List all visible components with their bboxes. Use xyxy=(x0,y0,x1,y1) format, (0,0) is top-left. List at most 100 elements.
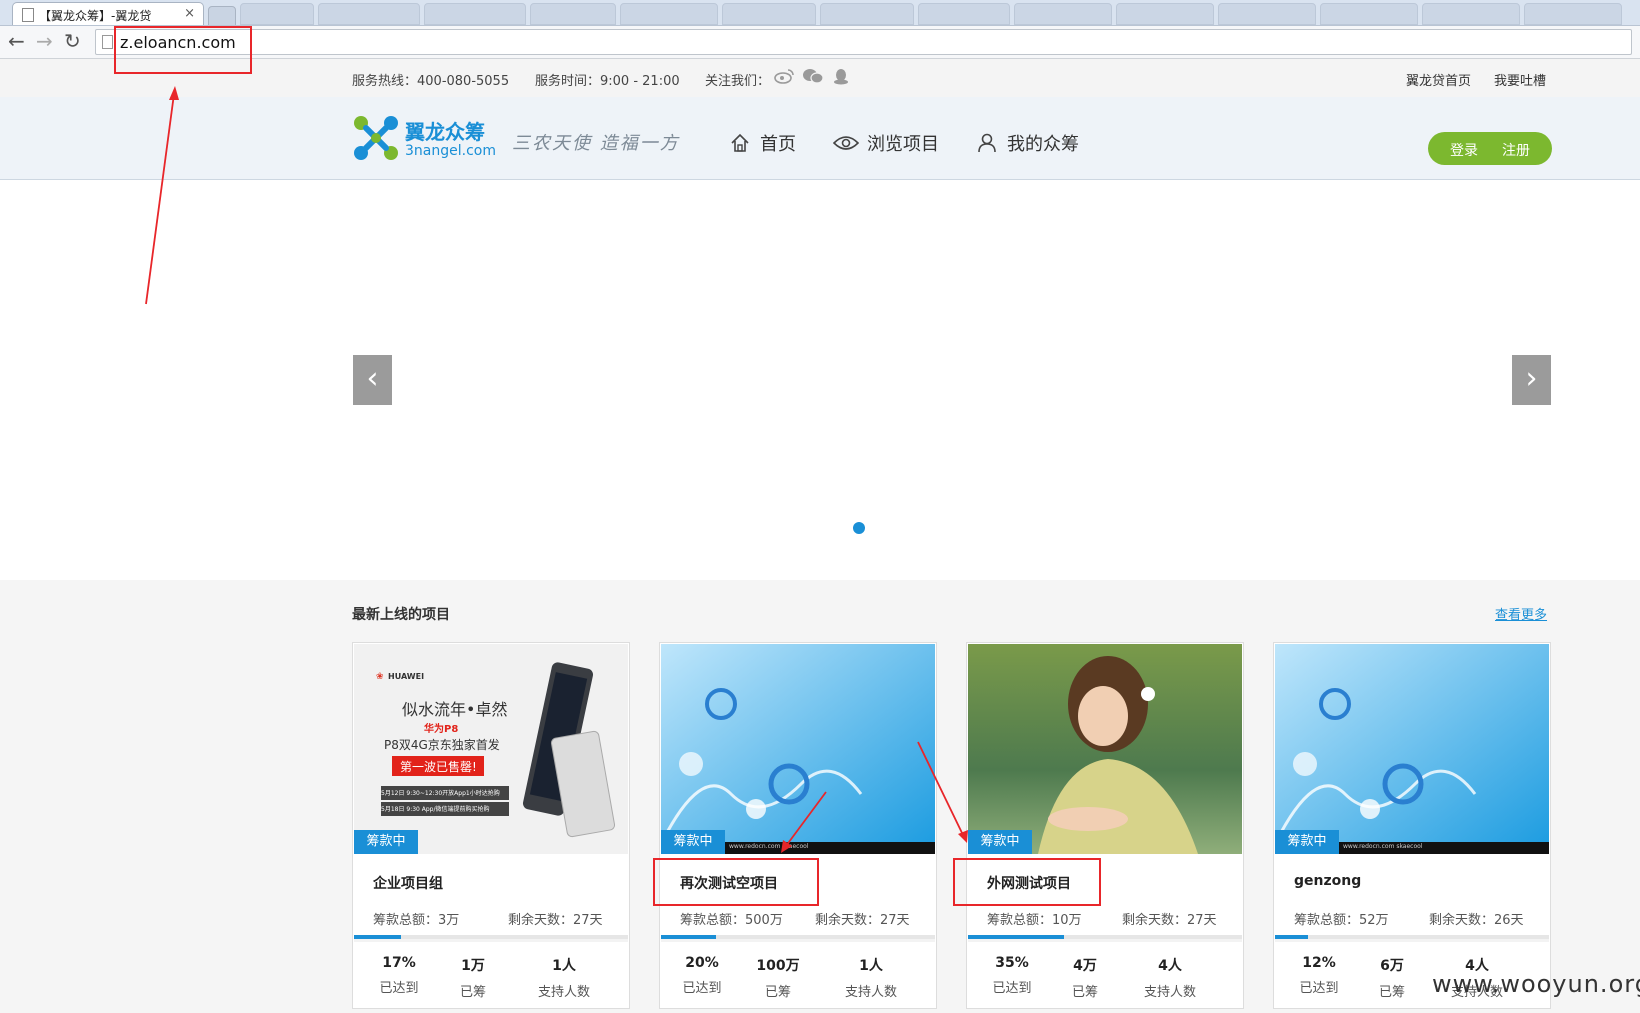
browser-tab[interactable] xyxy=(240,3,314,25)
project-image[interactable] xyxy=(968,644,1242,854)
browser-tab[interactable] xyxy=(1218,3,1316,25)
browser-tab-active[interactable]: 【翼龙众筹】-翼龙贷 × xyxy=(12,2,204,25)
divider xyxy=(1275,939,1549,942)
stat-label: 已达到 xyxy=(992,981,1032,996)
project-image[interactable]: HUAWEI ❀ 似水流年•卓然 华为P8 P8双4G京东独家首发 第一波已售罄… xyxy=(354,644,628,854)
stat-label: 支持人数 xyxy=(1143,985,1196,1000)
project-name[interactable]: genzong xyxy=(1294,873,1361,889)
status-badge: 筹款中 xyxy=(354,830,418,854)
project-card[interactable]: HUAWEI ❀ 似水流年•卓然 华为P8 P8双4G京东独家首发 第一波已售罄… xyxy=(352,642,630,1009)
view-more-link[interactable]: 查看更多 xyxy=(1495,604,1547,623)
browser-tab[interactable] xyxy=(820,3,914,25)
stat-label: 已筹 xyxy=(1378,985,1405,1000)
project-remaining-days: 剩余天数：27天 xyxy=(1122,913,1217,928)
section-title: 最新上线的项目 xyxy=(352,607,450,623)
stat-raised: 100万 已筹 xyxy=(750,955,806,1000)
stat-value: 20% xyxy=(685,955,719,971)
project-image[interactable]: www.redocn.com skaecool xyxy=(661,644,935,854)
stat-backers: 4人 支持人数 xyxy=(1137,955,1203,1000)
browser-tab[interactable] xyxy=(424,3,526,25)
watermark: www.wooyun.org xyxy=(1432,970,1640,998)
address-bar[interactable]: z.eloancn.com xyxy=(95,29,1632,55)
page-icon xyxy=(22,8,34,22)
service-hotline: 服务热线：400-080-5055 xyxy=(352,74,510,89)
browser-tab[interactable] xyxy=(318,3,420,25)
nav-browse[interactable]: 浏览项目 xyxy=(832,130,939,157)
page-icon xyxy=(102,35,113,49)
browser-tab[interactable] xyxy=(1422,3,1520,25)
nav-browse-label: 浏览项目 xyxy=(867,134,939,155)
new-tab-button[interactable] xyxy=(208,6,236,25)
weibo-icon[interactable] xyxy=(774,68,794,88)
stat-value: 4万 xyxy=(1073,958,1097,974)
login-button[interactable]: 登录 xyxy=(1450,140,1478,160)
banner-carousel: ‹ › xyxy=(0,180,1640,580)
ad-model: 华为P8 xyxy=(424,724,459,735)
project-card[interactable]: www.redocn.com skaecool 筹款中 再次测试空项目 筹款总额… xyxy=(659,642,937,1009)
ad-sub: P8双4G京东独家首发 xyxy=(384,738,500,752)
ad-title: 似水流年•卓然 xyxy=(402,700,508,719)
project-card[interactable]: 筹款中 外网测试项目 筹款总额：10万 剩余天数：27天 35% 已达到 4万 已筹… xyxy=(966,642,1244,1009)
status-badge: 筹款中 xyxy=(968,830,1032,854)
blue-floral-graphic xyxy=(1275,644,1549,854)
divider xyxy=(661,939,935,942)
slogan: 三农天使 造福一方 xyxy=(512,133,680,154)
browser-tab[interactable] xyxy=(1014,3,1112,25)
site-header: 翼龙众筹 3nangel.com 三农天使 造福一方 首页 浏览项目 我的众筹 … xyxy=(0,97,1640,180)
forward-arrow-icon[interactable]: → xyxy=(36,30,53,52)
stat-label: 已达到 xyxy=(379,981,419,996)
logo-text[interactable]: 翼龙众筹 xyxy=(405,116,485,145)
project-total: 筹款总额：52万 xyxy=(1294,913,1389,928)
qq-icon[interactable] xyxy=(833,68,849,89)
carousel-prev-button[interactable]: ‹ xyxy=(353,355,392,405)
browser-tab[interactable] xyxy=(530,3,616,25)
project-image[interactable]: www.redocn.com skaecool xyxy=(1275,644,1549,854)
browser-tab[interactable] xyxy=(918,3,1010,25)
logo-domain[interactable]: 3nangel.com xyxy=(405,143,496,159)
ad-line1: 9:30~12:30开放App1小时达抢购 xyxy=(406,790,500,797)
stat-label: 已筹 xyxy=(459,985,486,1000)
browser-tab[interactable] xyxy=(620,3,718,25)
close-icon[interactable]: × xyxy=(184,6,195,21)
project-name[interactable]: 企业项目组 xyxy=(373,873,443,893)
annotation-box-project xyxy=(953,858,1101,906)
project-card[interactable]: www.redocn.com skaecool 筹款中 genzong 筹款总额… xyxy=(1273,642,1551,1009)
back-arrow-icon[interactable]: ← xyxy=(8,30,25,52)
eye-icon xyxy=(832,134,860,157)
huawei-logo-icon: ❀ xyxy=(376,672,384,682)
project-total: 筹款总额：500万 xyxy=(680,913,783,928)
wechat-icon[interactable] xyxy=(802,68,824,88)
ad-brand: HUAWEI xyxy=(388,672,425,681)
browser-tab[interactable] xyxy=(1524,3,1622,25)
nav-my-label: 我的众筹 xyxy=(1007,134,1079,155)
eloan-home-link[interactable]: 翼龙贷首页 xyxy=(1406,70,1471,89)
stat-percent: 20% 已达到 xyxy=(680,955,724,996)
stat-value: 1万 xyxy=(461,958,485,974)
register-button[interactable]: 注册 xyxy=(1502,140,1530,160)
browser-tab[interactable] xyxy=(1320,3,1418,25)
stat-label: 支持人数 xyxy=(537,985,590,1000)
service-hours: 服务时间：9:00 - 21:00 xyxy=(535,74,680,89)
status-badge: 筹款中 xyxy=(1275,830,1339,854)
browser-tab[interactable] xyxy=(1116,3,1214,25)
ad-line2-tag: 5月18日 xyxy=(381,806,405,813)
logo-mark-icon[interactable] xyxy=(352,114,400,162)
divider xyxy=(968,939,1242,942)
ad-sold: 第一波已售罄! xyxy=(400,760,477,774)
stat-raised: 1万已筹 xyxy=(453,955,493,1000)
image-caption: www.redocn.com skaecool xyxy=(1343,843,1423,850)
feedback-link[interactable]: 我要吐槽 xyxy=(1494,70,1546,89)
carousel-next-button[interactable]: › xyxy=(1512,355,1551,405)
nav-my-crowdfunding[interactable]: 我的众筹 xyxy=(977,130,1079,158)
stat-raised: 6万 已筹 xyxy=(1372,955,1412,1000)
woman-photo-graphic xyxy=(968,644,1242,854)
annotation-box-project xyxy=(653,858,819,906)
latest-projects-section: 最新上线的项目 查看更多 HUAWEI ❀ 似水流年•卓然 华为P8 P8双4G… xyxy=(0,580,1640,1013)
nav-home[interactable]: 首页 xyxy=(730,130,796,158)
login-register-button: 登录 注册 xyxy=(1428,132,1552,165)
reload-icon[interactable]: ↻ xyxy=(64,30,81,52)
stat-percent: 17% 已达到 xyxy=(373,955,425,996)
browser-tab[interactable] xyxy=(722,3,816,25)
stat-label: 支持人数 xyxy=(844,985,897,1000)
carousel-indicator-dot[interactable] xyxy=(853,522,865,534)
